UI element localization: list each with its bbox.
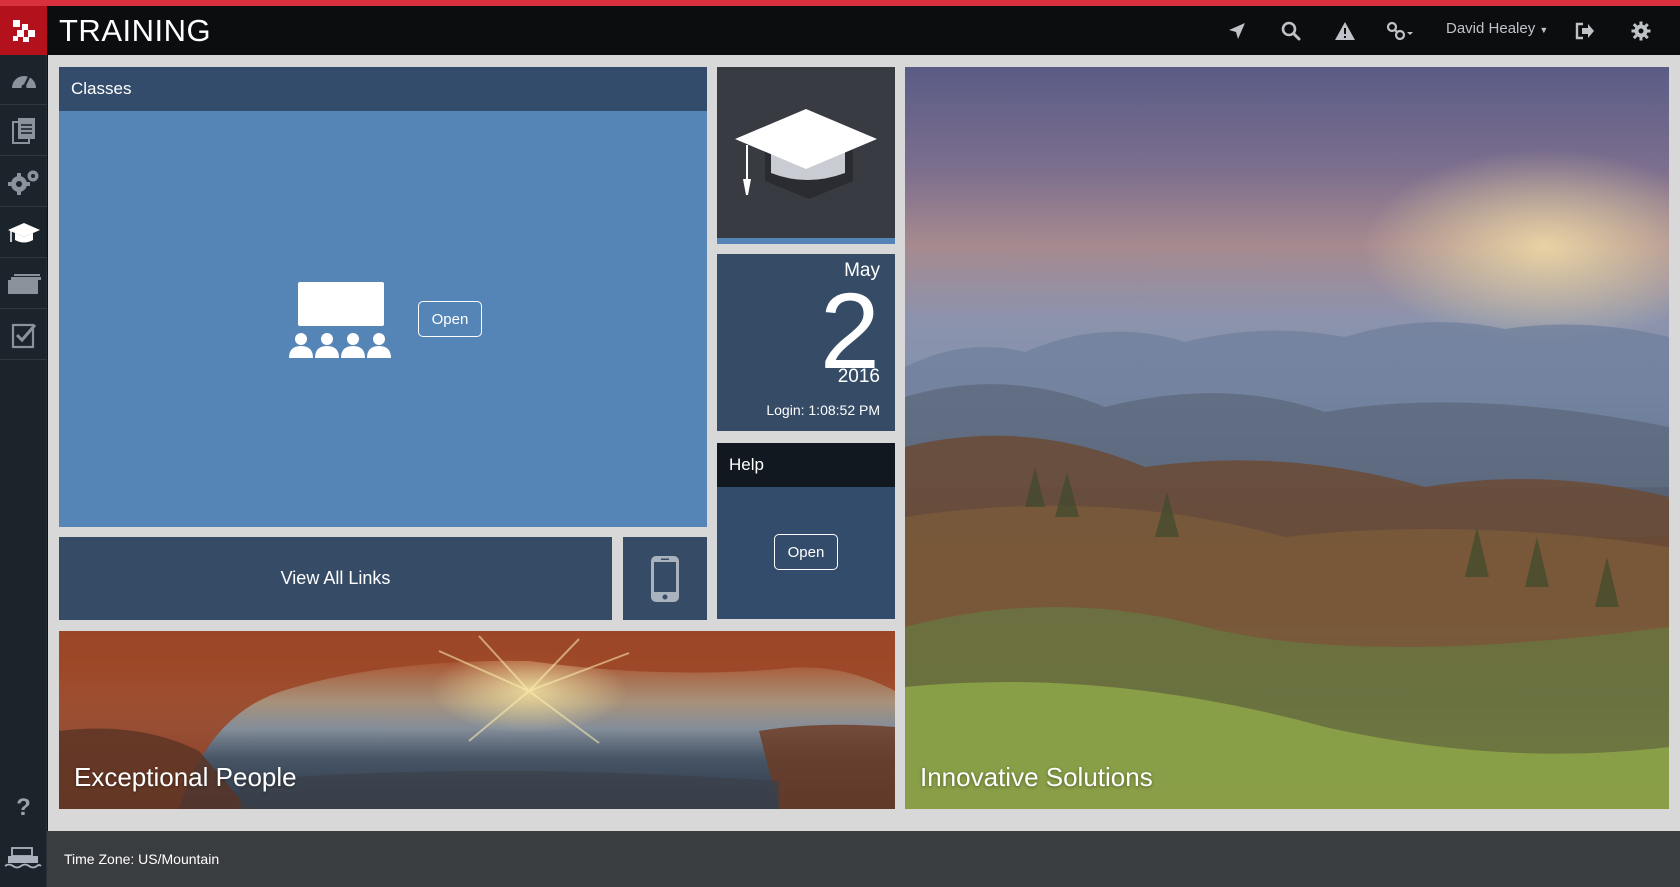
exceptional-people-caption: Exceptional People bbox=[74, 762, 297, 792]
classes-tile-body: Open bbox=[59, 111, 707, 527]
exceptional-people-tile[interactable]: Exceptional People bbox=[59, 631, 895, 809]
help-tile: Help Open bbox=[717, 443, 895, 619]
view-all-links-tile[interactable]: View All Links bbox=[59, 537, 612, 620]
mobile-tile[interactable] bbox=[623, 537, 707, 620]
footer-bar: Time Zone: US/Mountain bbox=[0, 831, 1680, 887]
view-all-links-label: View All Links bbox=[280, 568, 391, 588]
login-time: Login: 1:08:52 PM bbox=[766, 402, 880, 418]
nav-item-tasks[interactable] bbox=[0, 310, 47, 360]
timezone-label: Time Zone: US/Mountain bbox=[64, 851, 220, 867]
nav-item-dashboard[interactable] bbox=[0, 55, 47, 105]
brand-logo[interactable] bbox=[0, 6, 47, 55]
folders-icon bbox=[7, 273, 41, 294]
training-cap-tile[interactable] bbox=[717, 67, 895, 244]
page-title: TRAINING bbox=[59, 13, 212, 48]
graduation-cap-icon bbox=[7, 222, 40, 242]
classes-tile: Classes Open bbox=[59, 67, 707, 527]
search-icon[interactable] bbox=[1276, 16, 1306, 46]
innovative-solutions-caption: Innovative Solutions bbox=[920, 762, 1153, 792]
classroom-icon bbox=[289, 282, 391, 358]
mobile-phone-icon bbox=[651, 555, 679, 602]
gear-icon[interactable] bbox=[1626, 16, 1656, 46]
help-tile-title: Help bbox=[717, 443, 895, 487]
footer-logo bbox=[0, 831, 47, 887]
warning-icon[interactable] bbox=[1330, 16, 1360, 46]
help-question-icon: ? bbox=[16, 794, 31, 821]
documents-icon bbox=[11, 117, 35, 144]
chevron-down-icon: ▼ bbox=[1539, 25, 1549, 35]
mountain-landscape-image bbox=[905, 322, 1669, 809]
help-button[interactable]: ? bbox=[0, 785, 47, 831]
cap-tile-accent-bar bbox=[717, 238, 895, 244]
links-icon[interactable] bbox=[1384, 16, 1418, 46]
top-header: TRAINING David Healey ▼ bbox=[0, 6, 1680, 55]
left-nav: ? bbox=[0, 55, 47, 831]
app-root: TRAINING David Healey ▼ ? Classes Open M… bbox=[0, 0, 1680, 887]
help-open-button[interactable]: Open bbox=[774, 534, 838, 570]
nav-item-settings[interactable] bbox=[0, 157, 47, 207]
brand-logo-icon bbox=[12, 19, 35, 42]
innovative-solutions-tile[interactable]: Innovative Solutions bbox=[905, 67, 1669, 809]
user-name: David Healey bbox=[1446, 20, 1536, 37]
ferry-boat-icon bbox=[4, 847, 42, 869]
date-tile: May 2 2016 Login: 1:08:52 PM bbox=[717, 254, 895, 431]
logout-icon[interactable] bbox=[1570, 16, 1600, 46]
classes-open-button[interactable]: Open bbox=[418, 301, 482, 337]
user-menu[interactable]: David Healey ▼ bbox=[1446, 20, 1548, 37]
classes-tile-title: Classes bbox=[59, 67, 707, 111]
checklist-icon bbox=[11, 323, 36, 348]
date-year: 2016 bbox=[837, 366, 880, 387]
gears-icon bbox=[7, 170, 38, 195]
nav-item-training[interactable] bbox=[0, 208, 47, 258]
dashboard-icon bbox=[11, 75, 36, 89]
nav-item-folders[interactable] bbox=[0, 259, 47, 309]
dashboard-grid: Classes Open May 2 2016 Login: 1:08:52 P… bbox=[48, 55, 1680, 831]
location-arrow-icon[interactable] bbox=[1222, 16, 1252, 46]
graduation-cap-icon bbox=[735, 109, 877, 199]
nav-item-documents[interactable] bbox=[0, 106, 47, 156]
